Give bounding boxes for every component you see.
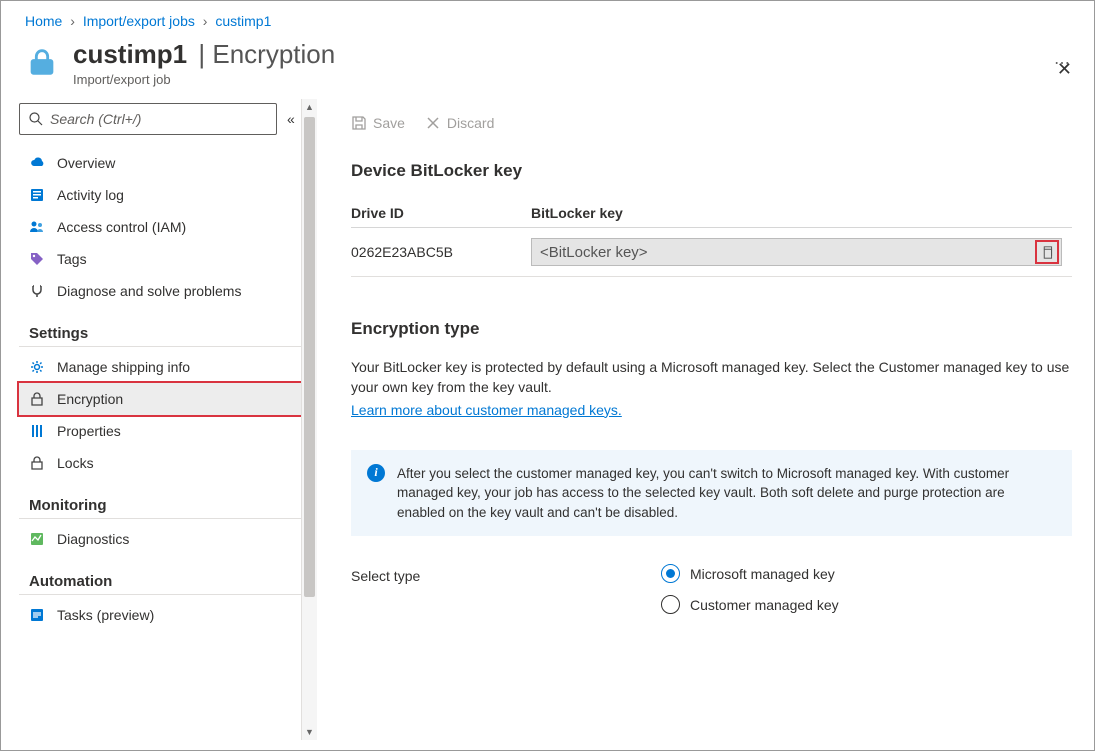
lock-icon [29, 455, 45, 471]
sidebar-item-tags[interactable]: Tags [19, 243, 301, 275]
sidebar-item-access-control-iam-[interactable]: Access control (IAM) [19, 211, 301, 243]
bitlocker-key-field[interactable]: <BitLocker key> [531, 238, 1062, 266]
field-label: Select type [351, 564, 661, 584]
info-box: i After you select the customer managed … [351, 450, 1072, 537]
sidebar: « Overview Activity log Access control (… [1, 99, 301, 740]
sidebar-item-label: Properties [57, 423, 121, 439]
search-input[interactable] [50, 111, 268, 127]
sidebar-item-manage-shipping-info[interactable]: Manage shipping info [19, 351, 301, 383]
info-icon: i [367, 464, 385, 482]
scroll-up-icon[interactable]: ▲ [302, 99, 317, 115]
gear-icon [29, 359, 45, 375]
iam-icon [29, 219, 45, 235]
sidebar-item-label: Diagnose and solve problems [57, 283, 241, 299]
sidebar-item-encryption[interactable]: Encryption [17, 381, 303, 417]
tag-icon [29, 251, 45, 267]
save-button[interactable]: Save [351, 115, 405, 131]
page-subtitle: Import/export job [73, 72, 1026, 87]
sidebar-item-tasks-preview-[interactable]: Tasks (preview) [19, 599, 301, 631]
collapse-icon[interactable]: « [287, 111, 295, 127]
sidebar-item-label: Tasks (preview) [57, 607, 154, 623]
radio-icon [661, 595, 680, 614]
breadcrumb-link[interactable]: Import/export jobs [83, 13, 195, 29]
sidebar-item-label: Diagnostics [57, 531, 129, 547]
sidebar-item-label: Activity log [57, 187, 124, 203]
sidebar-item-label: Tags [57, 251, 87, 267]
lock-icon [29, 391, 45, 407]
sidebar-item-label: Encryption [57, 391, 123, 407]
diagnose-icon [29, 283, 45, 299]
sidebar-item-activity-log[interactable]: Activity log [19, 179, 301, 211]
discard-icon [425, 115, 441, 131]
copy-icon [1041, 246, 1054, 259]
toolbar: Save Discard [351, 115, 1072, 131]
radio-customer-key[interactable]: Customer managed key [661, 595, 839, 614]
sidebar-item-label: Locks [57, 455, 94, 471]
lock-icon [25, 45, 59, 79]
page-title: custimp1 | Encryption [73, 39, 1026, 70]
sidebar-item-label: Manage shipping info [57, 359, 190, 375]
close-icon[interactable]: ✕ [1057, 59, 1072, 80]
learn-more-link[interactable]: Learn more about customer managed keys. [351, 402, 622, 418]
save-icon [351, 115, 367, 131]
section-heading: Encryption type [351, 319, 1072, 339]
sidebar-item-label: Overview [57, 155, 115, 171]
breadcrumb: Home › Import/export jobs › custimp1 [1, 1, 1094, 35]
table-row: 0262E23ABC5B <BitLocker key> [351, 228, 1072, 277]
description-text: Your BitLocker key is protected by defau… [351, 357, 1072, 398]
breadcrumb-link[interactable]: custimp1 [215, 13, 271, 29]
table-header: BitLocker key [531, 199, 1072, 228]
scroll-down-icon[interactable]: ▼ [302, 724, 317, 740]
radio-group: Microsoft managed key Customer managed k… [661, 564, 839, 614]
sidebar-item-diagnostics[interactable]: Diagnostics [19, 523, 301, 555]
search-icon [28, 111, 44, 127]
sidebar-item-diagnose-and-solve-problems[interactable]: Diagnose and solve problems [19, 275, 301, 307]
table-header: Drive ID [351, 199, 531, 228]
info-text: After you select the customer managed ke… [397, 464, 1056, 523]
drive-id-cell: 0262E23ABC5B [351, 228, 531, 277]
scrollbar[interactable]: ▲ ▼ [301, 99, 317, 740]
discard-button[interactable]: Discard [425, 115, 494, 131]
main-content: Save Discard Device BitLocker key Drive … [317, 99, 1094, 740]
section-heading: Device BitLocker key [351, 161, 1072, 181]
nav-section-header: Automation [19, 555, 301, 595]
radio-icon [661, 564, 680, 583]
sidebar-item-overview[interactable]: Overview [19, 147, 301, 179]
properties-icon [29, 423, 45, 439]
sidebar-item-locks[interactable]: Locks [19, 447, 301, 479]
nav-section-header: Settings [19, 307, 301, 347]
search-box[interactable] [19, 103, 277, 135]
bitlocker-table: Drive ID BitLocker key 0262E23ABC5B <Bit… [351, 199, 1072, 277]
radio-microsoft-key[interactable]: Microsoft managed key [661, 564, 839, 583]
diag-icon [29, 531, 45, 547]
copy-button[interactable] [1035, 240, 1059, 264]
breadcrumb-link[interactable]: Home [25, 13, 62, 29]
log-icon [29, 187, 45, 203]
nav-section-header: Monitoring [19, 479, 301, 519]
sidebar-item-properties[interactable]: Properties [19, 415, 301, 447]
cloud-icon [29, 155, 45, 171]
tasks-icon [29, 607, 45, 623]
scrollbar-thumb[interactable] [304, 117, 315, 597]
sidebar-item-label: Access control (IAM) [57, 219, 186, 235]
